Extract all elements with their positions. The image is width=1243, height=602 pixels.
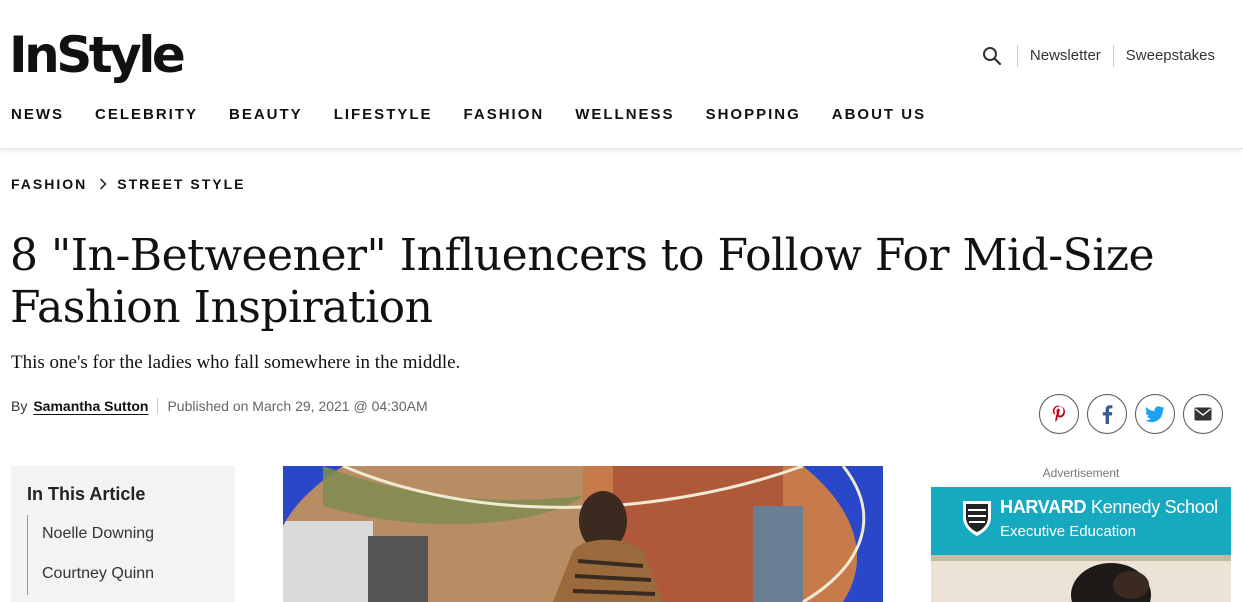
ad-subline: Executive Education — [1000, 523, 1136, 540]
facebook-share-button[interactable] — [1087, 394, 1127, 434]
facebook-icon — [1102, 405, 1113, 424]
share-bar — [1031, 394, 1223, 434]
search-icon — [982, 47, 1002, 66]
toc-item-courtney-quinn[interactable]: Courtney Quinn — [42, 555, 235, 595]
table-of-contents: In This Article Noelle Downing Courtney … — [11, 466, 235, 602]
toc-list: Noelle Downing Courtney Quinn — [27, 515, 235, 595]
advertisement-label: Advertisement — [1042, 466, 1120, 480]
ad-header: HARVARD Kennedy School Executive Educati… — [931, 487, 1231, 555]
nav-item-celebrity[interactable]: CELEBRITY — [95, 106, 198, 123]
search-button[interactable] — [979, 43, 1005, 69]
toc-title: In This Article — [27, 484, 146, 504]
nav-item-wellness[interactable]: WELLNESS — [575, 106, 674, 123]
pinterest-share-button[interactable] — [1039, 394, 1079, 434]
nav-item-lifestyle[interactable]: LIFESTYLE — [334, 106, 433, 123]
main-nav: NEWS CELEBRITY BEAUTY LIFESTYLE FASHION … — [11, 106, 957, 123]
byline: By Samantha Sutton Published on March 29… — [11, 398, 428, 414]
toc-item-noelle-downing[interactable]: Noelle Downing — [42, 515, 235, 555]
advertisement[interactable]: HARVARD Kennedy School Executive Educati… — [931, 487, 1231, 602]
chevron-right-icon — [99, 178, 107, 190]
by-label: By — [11, 398, 28, 414]
ad-brand-bold: HARVARD — [1000, 497, 1087, 517]
nav-item-beauty[interactable]: BEAUTY — [229, 106, 303, 123]
ad-brand: HARVARD Kennedy School — [1000, 497, 1218, 518]
nav-item-about-us[interactable]: ABOUT US — [832, 106, 926, 123]
harvard-shield-icon — [963, 501, 991, 536]
publish-date: Published on March 29, 2021 @ 04:30AM — [157, 398, 428, 414]
breadcrumb: FASHION STREET STYLE — [11, 176, 245, 192]
ad-photo — [931, 555, 1231, 602]
breadcrumb-street-style[interactable]: STREET STYLE — [117, 176, 245, 192]
nav-item-news[interactable]: NEWS — [11, 106, 64, 123]
email-icon — [1194, 407, 1212, 421]
article-title: 8 "In-Betweener" Influencers to Follow F… — [10, 230, 1155, 333]
ad-brand-rest: Kennedy School — [1090, 497, 1218, 517]
breadcrumb-fashion[interactable]: FASHION — [11, 176, 87, 192]
hero-image — [283, 466, 883, 602]
email-share-button[interactable] — [1183, 394, 1223, 434]
site-header: InStyle Newsletter Sweepstakes NEWS CELE… — [0, 0, 1243, 149]
author-link[interactable]: Samantha Sutton — [33, 398, 148, 414]
nav-item-shopping[interactable]: SHOPPING — [706, 106, 801, 123]
pinterest-icon — [1052, 405, 1065, 422]
utility-bar: Newsletter Sweepstakes — [979, 42, 1215, 70]
sweepstakes-link[interactable]: Sweepstakes — [1112, 45, 1215, 67]
nav-item-fashion[interactable]: FASHION — [464, 106, 545, 123]
twitter-icon — [1145, 405, 1165, 422]
twitter-share-button[interactable] — [1135, 394, 1175, 434]
newsletter-link[interactable]: Newsletter — [1016, 45, 1113, 67]
article-dek: This one's for the ladies who fall somew… — [11, 352, 461, 373]
instyle-logo[interactable]: InStyle — [9, 22, 186, 88]
